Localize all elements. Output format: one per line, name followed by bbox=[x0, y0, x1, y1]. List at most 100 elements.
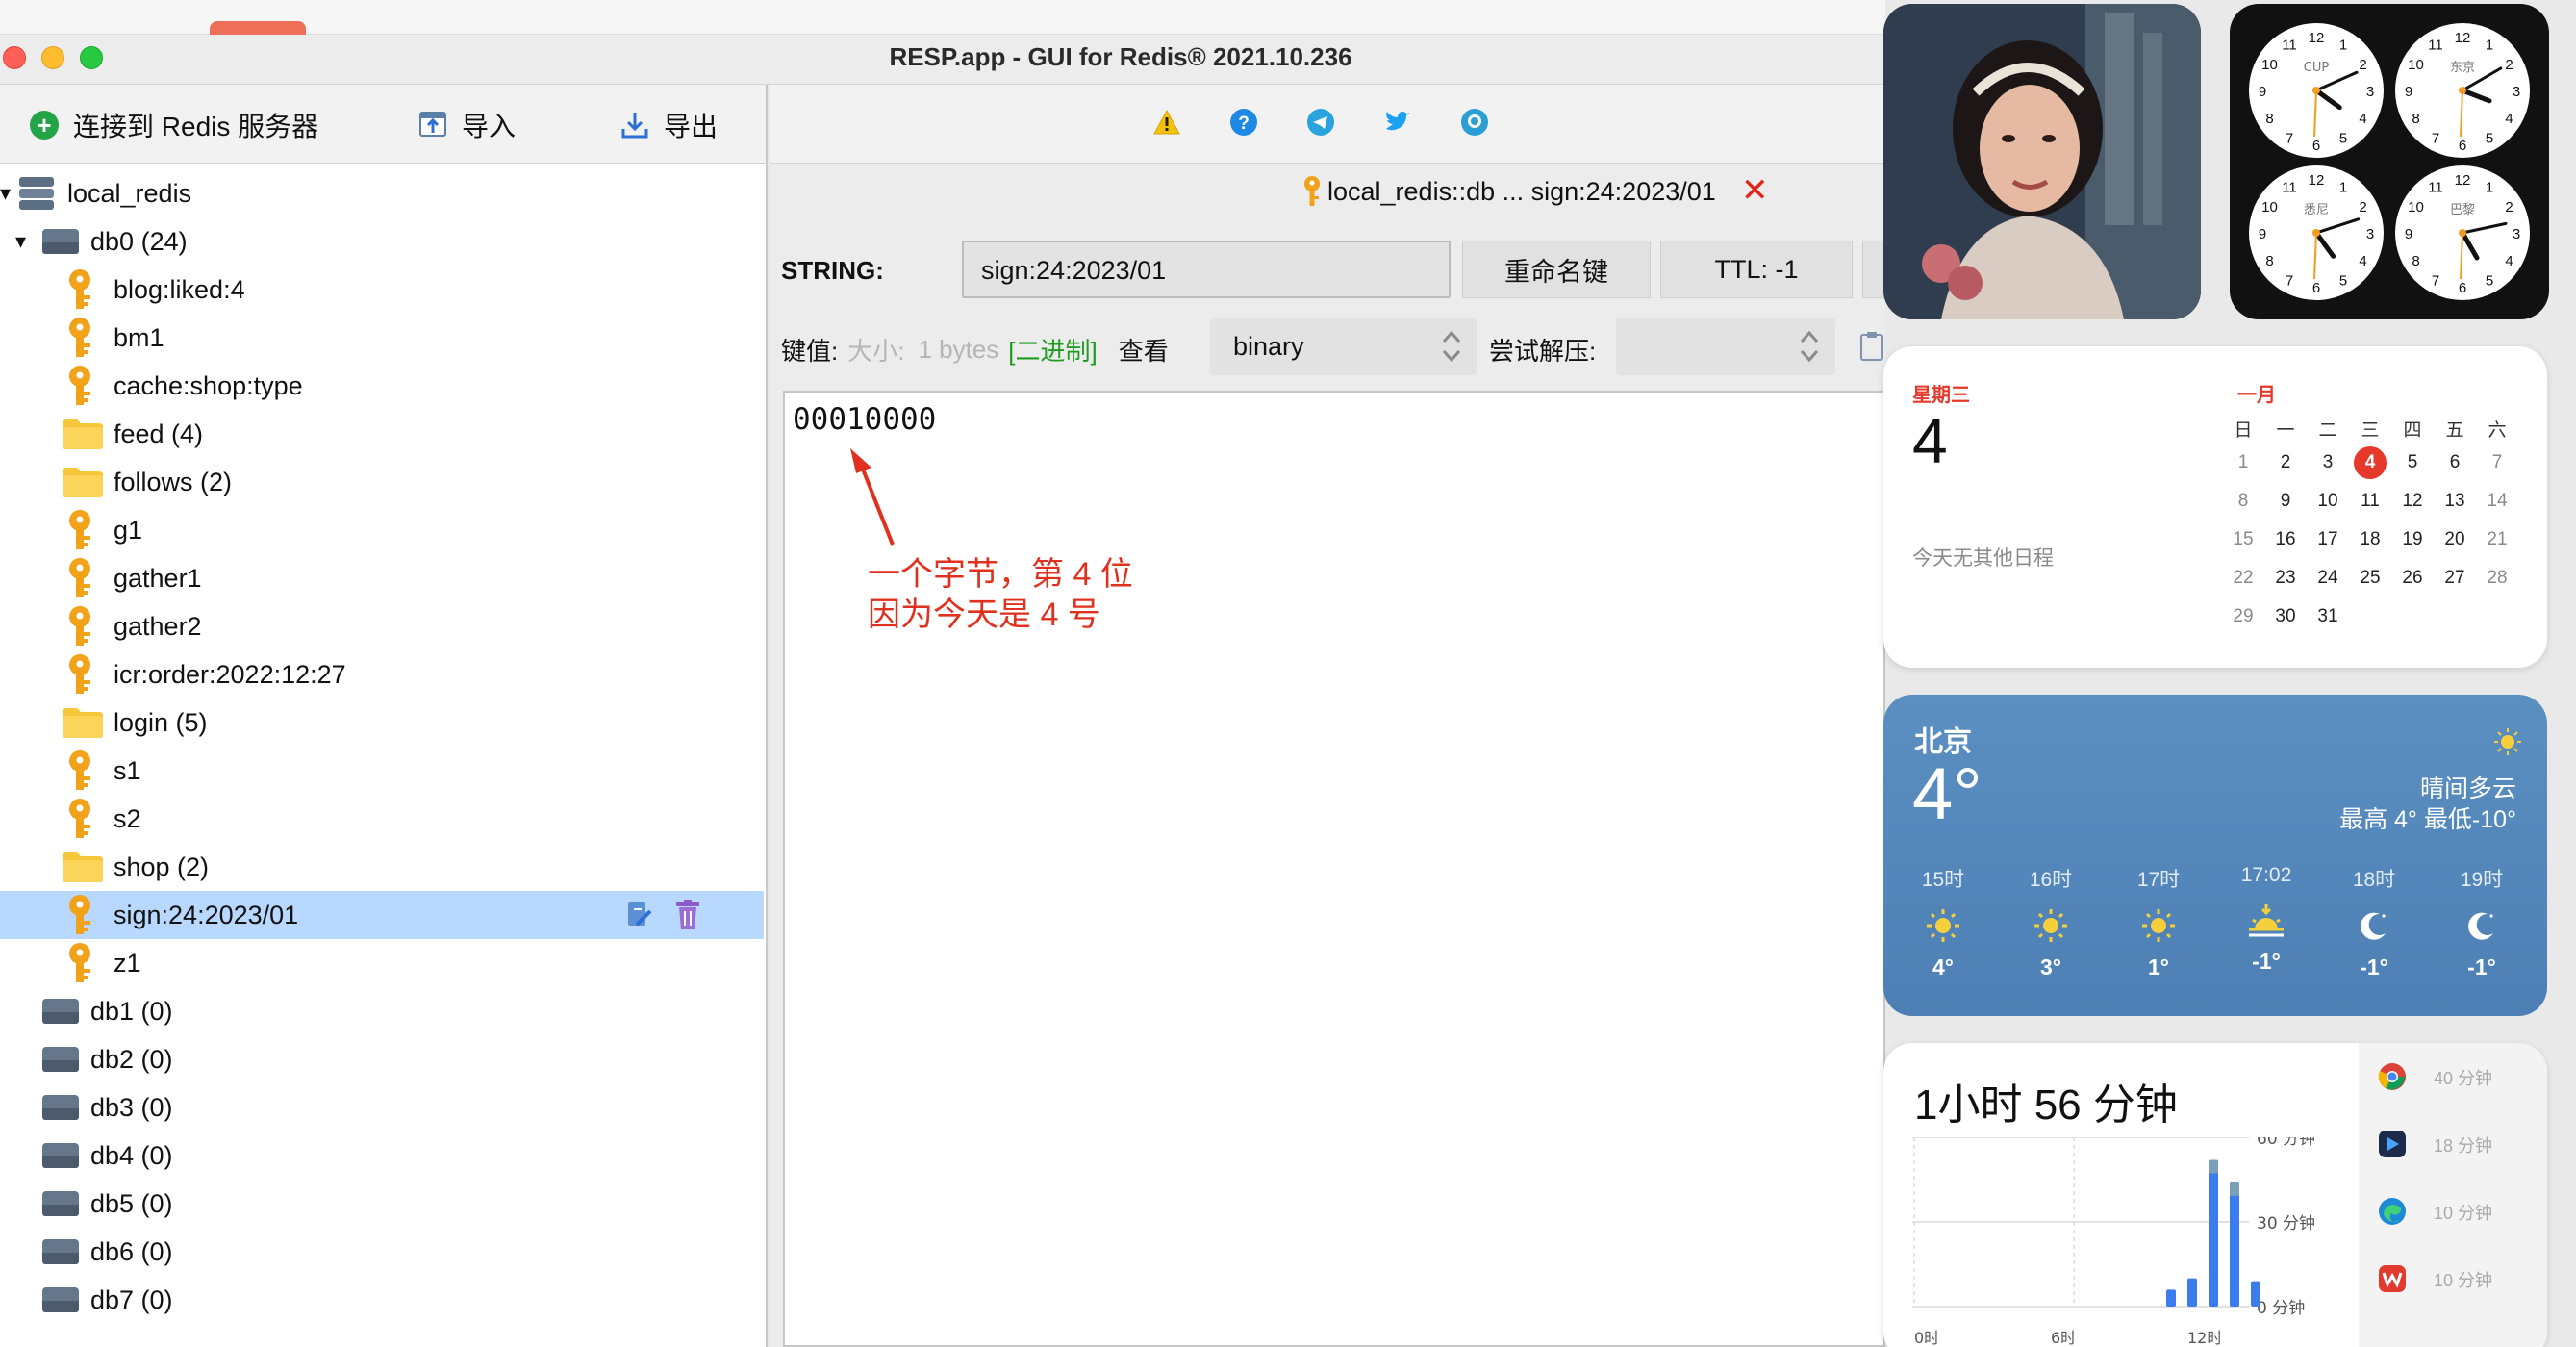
usage-bar-cap bbox=[2209, 1159, 2218, 1174]
db-row-db0[interactable]: ▾ db0 (24) bbox=[0, 217, 766, 266]
calendar-date[interactable]: 5 bbox=[2396, 446, 2429, 479]
tree-folder-row[interactable]: feed (4) bbox=[0, 410, 766, 458]
more-toolbar-button[interactable] bbox=[1862, 241, 1885, 298]
calendar-date[interactable]: 17 bbox=[2311, 523, 2344, 556]
calendar-date[interactable]: 29 bbox=[2227, 600, 2260, 633]
rename-key-button[interactable]: 重命名键 bbox=[1462, 241, 1651, 298]
calendar-date[interactable]: 14 bbox=[2481, 485, 2513, 518]
svg-text:3: 3 bbox=[2366, 226, 2374, 242]
twitter-icon[interactable] bbox=[1383, 108, 1412, 137]
calendar-date[interactable]: 22 bbox=[2227, 562, 2260, 595]
svg-text:5: 5 bbox=[2339, 131, 2347, 147]
export-button[interactable]: 导出 bbox=[619, 106, 718, 144]
key-icon bbox=[65, 509, 98, 551]
calendar-date[interactable]: 31 bbox=[2311, 600, 2344, 633]
photo-widget[interactable] bbox=[1883, 4, 2201, 319]
tree-key-row[interactable]: bm1 bbox=[0, 314, 766, 362]
db-row-db3[interactable]: db3 (0) bbox=[0, 1083, 766, 1131]
calendar-date[interactable]: 2 bbox=[2269, 446, 2302, 479]
screen-time-widget[interactable]: 1小时 56 分钟 60 分钟 30 分钟 0 分钟 0时 6时 12时 40 分钟 18 … bbox=[1883, 1043, 2547, 1347]
telegram-icon[interactable] bbox=[1306, 108, 1335, 137]
db-row-db5[interactable]: db5 (0) bbox=[0, 1180, 766, 1228]
help-icon[interactable]: ? bbox=[1229, 108, 1258, 137]
calendar-date[interactable]: 10 bbox=[2311, 485, 2344, 518]
calendar-date[interactable]: 12 bbox=[2396, 485, 2429, 518]
calendar-date[interactable]: 23 bbox=[2269, 562, 2302, 595]
tree-folder-row[interactable]: login (5) bbox=[0, 699, 766, 747]
calendar-date[interactable]: 28 bbox=[2481, 562, 2513, 595]
tree-item-label: follows (2) bbox=[114, 467, 233, 496]
hourly-forecast-item: 17时 1° bbox=[2110, 864, 2207, 1008]
value-text[interactable]: 00010000 bbox=[793, 402, 936, 437]
edit-key-icon[interactable] bbox=[623, 899, 656, 931]
value-editor[interactable]: 00010000 一个字节，第 4 位 因为今天是 4 号 bbox=[783, 391, 1885, 1347]
db-row-db7[interactable]: db7 (0) bbox=[0, 1276, 766, 1324]
db-row-db2[interactable]: db2 (0) bbox=[0, 1035, 766, 1083]
db-row-db4[interactable]: db4 (0) bbox=[0, 1131, 766, 1180]
calendar-today[interactable]: 4 bbox=[2354, 446, 2387, 479]
calendar-widget[interactable]: 星期三 4 今天无其他日程 一月 日一二三四五六 1 2 3 4 5 6 7 8 9 10 11 12 1… bbox=[1883, 346, 2547, 668]
db-row-db1[interactable]: db1 (0) bbox=[0, 987, 766, 1035]
tree-key-row[interactable]: s1 bbox=[0, 747, 766, 795]
calendar-date[interactable]: 13 bbox=[2438, 485, 2471, 518]
tree-key-row[interactable]: s2 bbox=[0, 795, 766, 843]
tree-item-label: g1 bbox=[114, 515, 143, 545]
calendar-date[interactable]: 30 bbox=[2269, 600, 2302, 633]
svg-text:8: 8 bbox=[2412, 253, 2419, 269]
copy-icon[interactable] bbox=[1858, 331, 1885, 367]
expand-caret-icon[interactable]: ▾ bbox=[0, 181, 11, 206]
calendar-date[interactable]: 8 bbox=[2227, 485, 2260, 518]
tree-key-row[interactable]: blog:liked:4 bbox=[0, 266, 766, 314]
calendar-date[interactable]: 15 bbox=[2227, 523, 2260, 556]
calendar-date[interactable]: 19 bbox=[2396, 523, 2429, 556]
calendar-date[interactable]: 6 bbox=[2438, 446, 2471, 479]
calendar-date[interactable]: 9 bbox=[2269, 485, 2302, 518]
warning-icon[interactable] bbox=[1152, 108, 1181, 137]
calendar-date[interactable]: 3 bbox=[2311, 446, 2344, 479]
key-tab[interactable]: local_redis::db ... sign:24:2023/01 ✕ bbox=[770, 164, 1885, 217]
calendar-date[interactable]: 1 bbox=[2227, 446, 2260, 479]
github-icon[interactable] bbox=[1460, 108, 1489, 137]
calendar-date[interactable]: 21 bbox=[2481, 523, 2513, 556]
db-row-db6[interactable]: db6 (0) bbox=[0, 1228, 766, 1276]
expand-caret-icon[interactable]: ▾ bbox=[15, 229, 26, 254]
view-mode-select[interactable]: binary bbox=[1210, 318, 1477, 375]
calendar-date[interactable]: 24 bbox=[2311, 562, 2344, 595]
weather-condition: 晴间多云 bbox=[2419, 775, 2516, 802]
db-name: db0 (24) bbox=[90, 226, 188, 256]
screen-time-total: 1小时 56 分钟 bbox=[1914, 1081, 2178, 1129]
tree-key-row[interactable]: icr:order:2022:12:27 bbox=[0, 650, 766, 699]
analog-clock: 1 2 3 4 5 6 7 8 9 10 11 12 CUP bbox=[2249, 23, 2384, 158]
delete-key-icon[interactable] bbox=[671, 899, 704, 931]
svg-text:1: 1 bbox=[2486, 38, 2493, 54]
calendar-date[interactable]: 18 bbox=[2354, 523, 2387, 556]
tree-key-row[interactable]: g1 bbox=[0, 506, 766, 554]
connect-server-button[interactable]: + 连接到 Redis 服务器 bbox=[29, 106, 318, 144]
svg-text:2: 2 bbox=[2505, 57, 2513, 73]
close-tab-icon[interactable]: ✕ bbox=[1741, 171, 1769, 210]
server-row[interactable]: ▾ local_redis bbox=[0, 169, 766, 217]
import-button[interactable]: 导入 bbox=[417, 106, 516, 144]
calendar-date[interactable]: 11 bbox=[2354, 485, 2387, 518]
key-name-field[interactable]: sign:24:2023/01 bbox=[962, 241, 1451, 298]
calendar-date[interactable]: 26 bbox=[2396, 562, 2429, 595]
calendar-date[interactable]: 25 bbox=[2354, 562, 2387, 595]
tree-key-row[interactable]: z1 bbox=[0, 939, 766, 987]
decompress-select[interactable] bbox=[1616, 318, 1835, 375]
tree-key-row[interactable]: sign:24:2023/01 bbox=[0, 891, 764, 939]
main-toolbar: ? bbox=[770, 85, 1885, 164]
chart-y-label: 0 分钟 bbox=[2257, 1299, 2305, 1318]
tree-folder-row[interactable]: follows (2) bbox=[0, 458, 766, 506]
calendar-date[interactable]: 16 bbox=[2269, 523, 2302, 556]
tree-key-row[interactable]: cache:shop:type bbox=[0, 362, 766, 410]
tree-key-row[interactable]: gather1 bbox=[0, 554, 766, 602]
tree-key-row[interactable]: gather2 bbox=[0, 602, 766, 650]
calendar-date[interactable]: 7 bbox=[2481, 446, 2513, 479]
weather-widget[interactable]: 北京 4° 晴间多云 最高 4° 最低-10° 15时 4° 16时 3° 17时 1° 1… bbox=[1883, 695, 2547, 1016]
ttl-button[interactable]: TTL: -1 bbox=[1660, 241, 1853, 298]
svg-text:11: 11 bbox=[2428, 38, 2443, 54]
world-clock-widget[interactable]: 1 2 3 4 5 6 7 8 9 10 11 12 CUP 1 2 3 4 5 6 7 8 9 10 11 12 东京 1 2 3 4 5… bbox=[2230, 4, 2549, 319]
tree-folder-row[interactable]: shop (2) bbox=[0, 843, 766, 891]
calendar-date[interactable]: 27 bbox=[2438, 562, 2471, 595]
calendar-date[interactable]: 20 bbox=[2438, 523, 2471, 556]
